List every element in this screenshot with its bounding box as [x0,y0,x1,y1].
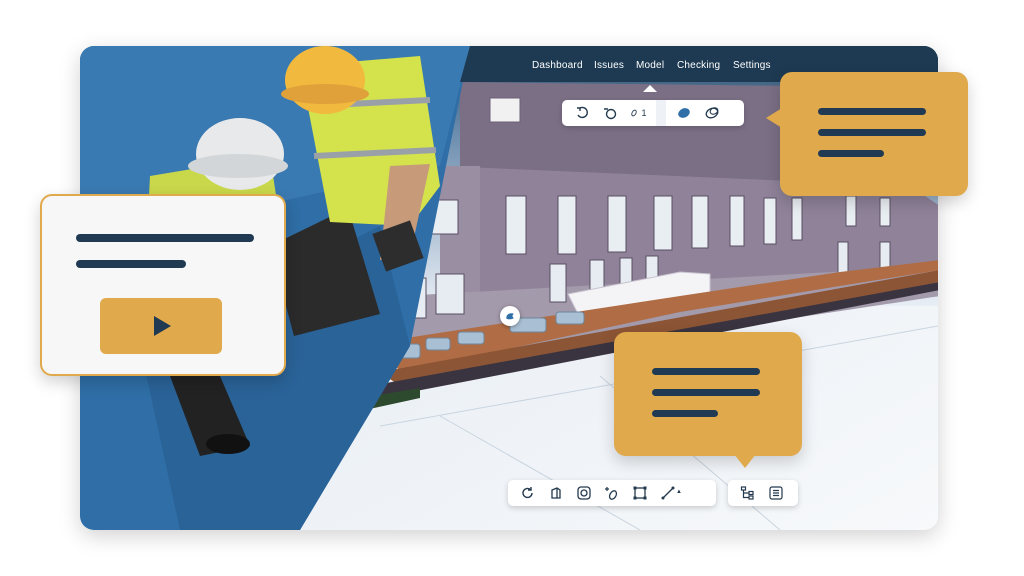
fill-color-icon [678,108,690,118]
comment-callout-bottom [614,332,802,468]
callout-pointer [766,108,782,128]
issue-marker[interactable] [500,306,520,326]
model-tree-icon [740,486,754,500]
hero-illustration: Dashboard Issues Model Checking Settings… [0,0,1024,576]
orbit-button[interactable] [568,102,596,124]
add-markup-icon [605,487,618,500]
focus-icon [577,486,591,500]
viewer-bottom-toolbar: ▲ [508,480,716,506]
play-button[interactable] [100,298,222,354]
section-box-button[interactable] [626,482,654,504]
comment-text-line [818,150,884,157]
window [489,97,521,123]
add-markup-button[interactable] [598,482,626,504]
walk-button[interactable]: 1 [624,102,652,124]
comment-text-line [652,368,760,375]
cube-view-icon [551,487,561,499]
tab-settings[interactable]: Settings [733,60,771,76]
comment-text-line [652,389,760,396]
transparency-button[interactable] [698,102,726,124]
tab-issues[interactable]: Issues [594,60,624,76]
walk-icon [631,109,638,117]
chevron-up-icon: ▲ [676,489,682,495]
reset-view-button[interactable] [514,482,542,504]
tab-checking[interactable]: Checking [677,60,720,76]
model-tree-button[interactable] [734,482,762,504]
tab-dashboard[interactable]: Dashboard [532,60,583,76]
viewer-panel-toolbar [728,480,798,506]
toolbar-divider [656,100,666,126]
video-card[interactable] [40,194,286,376]
comment-callout-top [766,72,968,196]
properties-list-icon [769,486,783,500]
video-card-text-line [76,234,254,242]
cube-view-button[interactable] [542,482,570,504]
callout-pointer [734,454,756,468]
issue-marker-icon [506,313,514,320]
properties-list-button[interactable] [762,482,790,504]
transparency-icon [705,107,719,119]
walk-speed-value: 1 [641,108,647,118]
section-box-icon [633,486,647,500]
reset-view-icon [522,487,533,499]
tab-model[interactable]: Model [636,60,664,92]
video-card-text-line [76,260,186,268]
comment-text-line [652,410,718,417]
fill-color-button[interactable] [670,102,698,124]
comment-text-line [818,108,926,115]
comment-text-line [818,129,926,136]
play-icon [154,316,171,336]
measure-icon [661,486,675,500]
measure-button[interactable]: ▲ [654,482,682,504]
orbit-icon [577,106,588,119]
viewer-top-toolbar: 1 [562,100,744,126]
pan-icon [604,108,617,120]
pan-button[interactable] [596,102,624,124]
focus-button[interactable] [570,482,598,504]
